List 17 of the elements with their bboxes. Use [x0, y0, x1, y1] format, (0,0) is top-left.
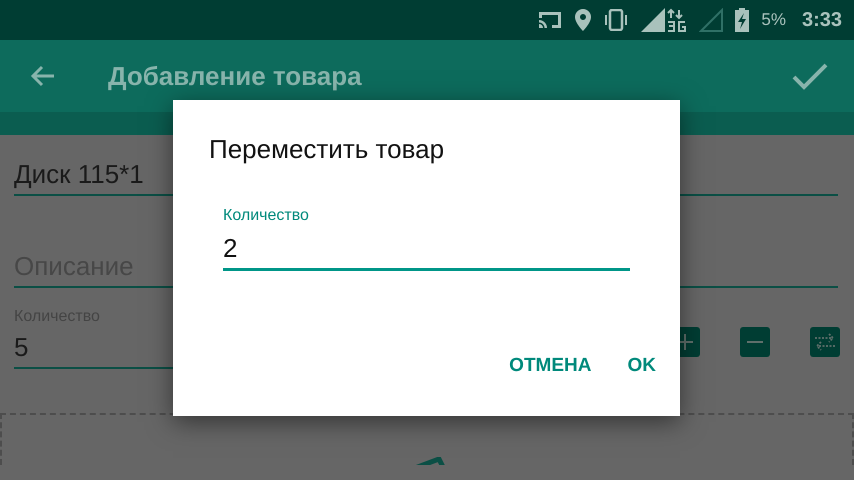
- swap-button[interactable]: [810, 327, 840, 357]
- clock-time: 3:33: [802, 8, 842, 32]
- screen-title: Добавление товара: [108, 60, 363, 92]
- vibrate-icon: [603, 9, 630, 31]
- ok-button[interactable]: OK: [618, 349, 666, 383]
- cancel-button[interactable]: ОТМЕНА: [499, 349, 602, 383]
- location-pin-icon: [575, 9, 592, 31]
- cast-icon: [537, 10, 564, 30]
- quantity-label: Количество: [223, 207, 310, 225]
- minus-icon: [746, 340, 764, 344]
- minus-button[interactable]: [740, 327, 770, 357]
- battery-charging-icon: [735, 8, 750, 32]
- no-signal-icon: [699, 8, 724, 32]
- swap-arrows-icon: [813, 331, 837, 353]
- battery-percent: 5%: [761, 10, 786, 30]
- signal-3g-icon: [641, 8, 688, 32]
- dialog-title: Переместить товар: [209, 134, 444, 165]
